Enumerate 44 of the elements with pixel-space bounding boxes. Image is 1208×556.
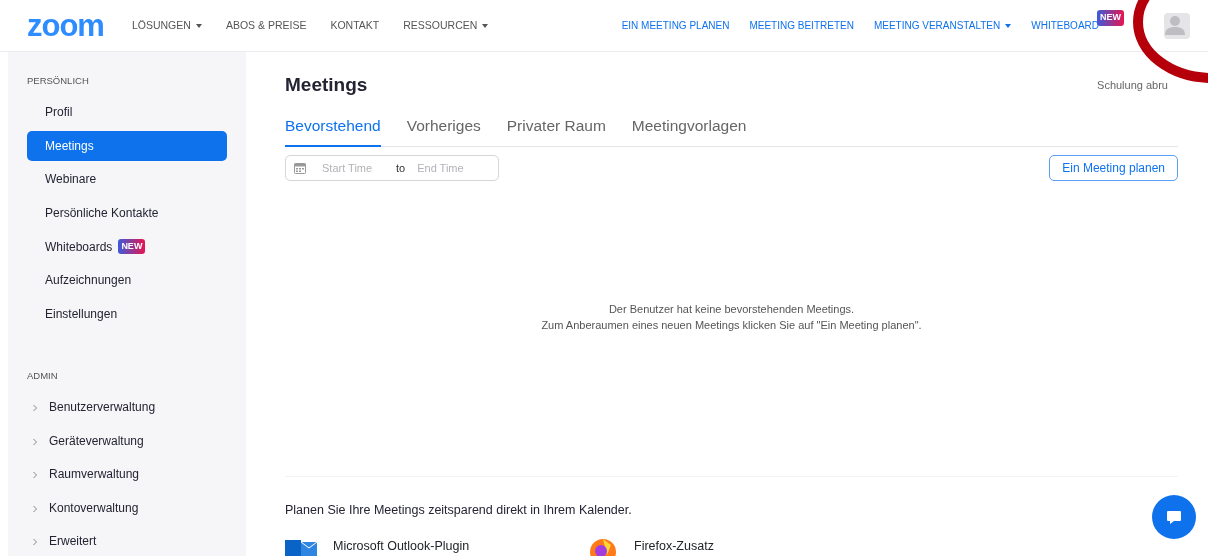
nav-link[interactable]: WHITEBOARD bbox=[1031, 18, 1099, 33]
firefox-icon bbox=[588, 536, 618, 556]
new-badge: NEW bbox=[1097, 10, 1124, 26]
range-separator: to bbox=[396, 160, 406, 176]
page-title: Meetings bbox=[285, 74, 368, 97]
chat-icon bbox=[1166, 509, 1182, 525]
tab[interactable]: Meetingvorlagen bbox=[631, 113, 747, 148]
tab[interactable]: Vorheriges bbox=[406, 113, 481, 148]
calendar-icon bbox=[294, 162, 306, 175]
nav-link[interactable]: KONTAKT bbox=[330, 17, 380, 34]
section-title: PERSÖNLICH bbox=[27, 74, 90, 88]
sidebar-item[interactable]: Kontoverwaltung bbox=[49, 498, 139, 517]
nav-link[interactable]: EIN MEETING PLANEN bbox=[621, 18, 730, 33]
training-link[interactable]: Schulung abru bbox=[1097, 77, 1168, 94]
plugin-link[interactable]: Firefox-Zusatz bbox=[634, 536, 714, 556]
sidebar-item[interactable]: Persönliche Kontakte bbox=[27, 198, 227, 229]
start-time-field[interactable]: Start Time bbox=[322, 159, 386, 177]
nav-link[interactable]: ABOS & PREISE bbox=[225, 17, 307, 34]
end-time-field[interactable]: End Time bbox=[417, 159, 482, 177]
schedule-meeting-button[interactable]: Ein Meeting planen bbox=[1049, 155, 1178, 182]
sidebar-item[interactable]: Aufzeichnungen bbox=[27, 265, 227, 296]
nav-link[interactable]: MEETING BEITRETEN bbox=[749, 18, 854, 33]
new-badge: NEW bbox=[118, 238, 146, 255]
chat-button[interactable] bbox=[1152, 495, 1196, 539]
sidebar-item[interactable]: Profil bbox=[27, 97, 227, 128]
sidebar-item[interactable]: Webinare bbox=[27, 164, 227, 195]
sidebar-item[interactable]: Einstellungen bbox=[27, 298, 227, 329]
nav-link[interactable]: MEETING VERANSTALTEN bbox=[873, 18, 1012, 33]
tab[interactable]: Privater Raum bbox=[506, 113, 606, 148]
tab[interactable]: Bevorstehend bbox=[285, 113, 381, 148]
sidebar-item[interactable]: Meetings bbox=[27, 130, 227, 161]
nav-link[interactable]: RESSOURCEN bbox=[403, 17, 489, 34]
plugin-link[interactable]: Microsoft Outlook-Plugin bbox=[333, 536, 470, 556]
sidebar-item[interactable]: Geräteverwaltung bbox=[49, 431, 144, 450]
section-title: ADMIN bbox=[27, 368, 59, 383]
calendar-hint: Planen Sie Ihre Meetings zeitsparend direkt in Ihrem Kalender. bbox=[285, 502, 632, 520]
sidebar-item[interactable]: Benutzerverwaltung bbox=[49, 398, 156, 417]
date-range-field[interactable]: Start Time to End Time bbox=[285, 155, 499, 182]
sidebar-item[interactable]: Raumverwaltung bbox=[49, 465, 140, 484]
sidebar-item[interactable]: Whiteboards bbox=[45, 237, 113, 256]
nav-link[interactable]: LÖSUNGEN bbox=[131, 17, 202, 34]
empty-message: Der Benutzer hat keine bevorstehenden Meetings. bbox=[607, 301, 856, 317]
empty-message: Zum Anberaumen eines neuen Meetings klicken Sie auf "Ein Meeting planen". bbox=[540, 317, 923, 333]
sidebar-item[interactable]: Erweitert bbox=[49, 532, 97, 551]
